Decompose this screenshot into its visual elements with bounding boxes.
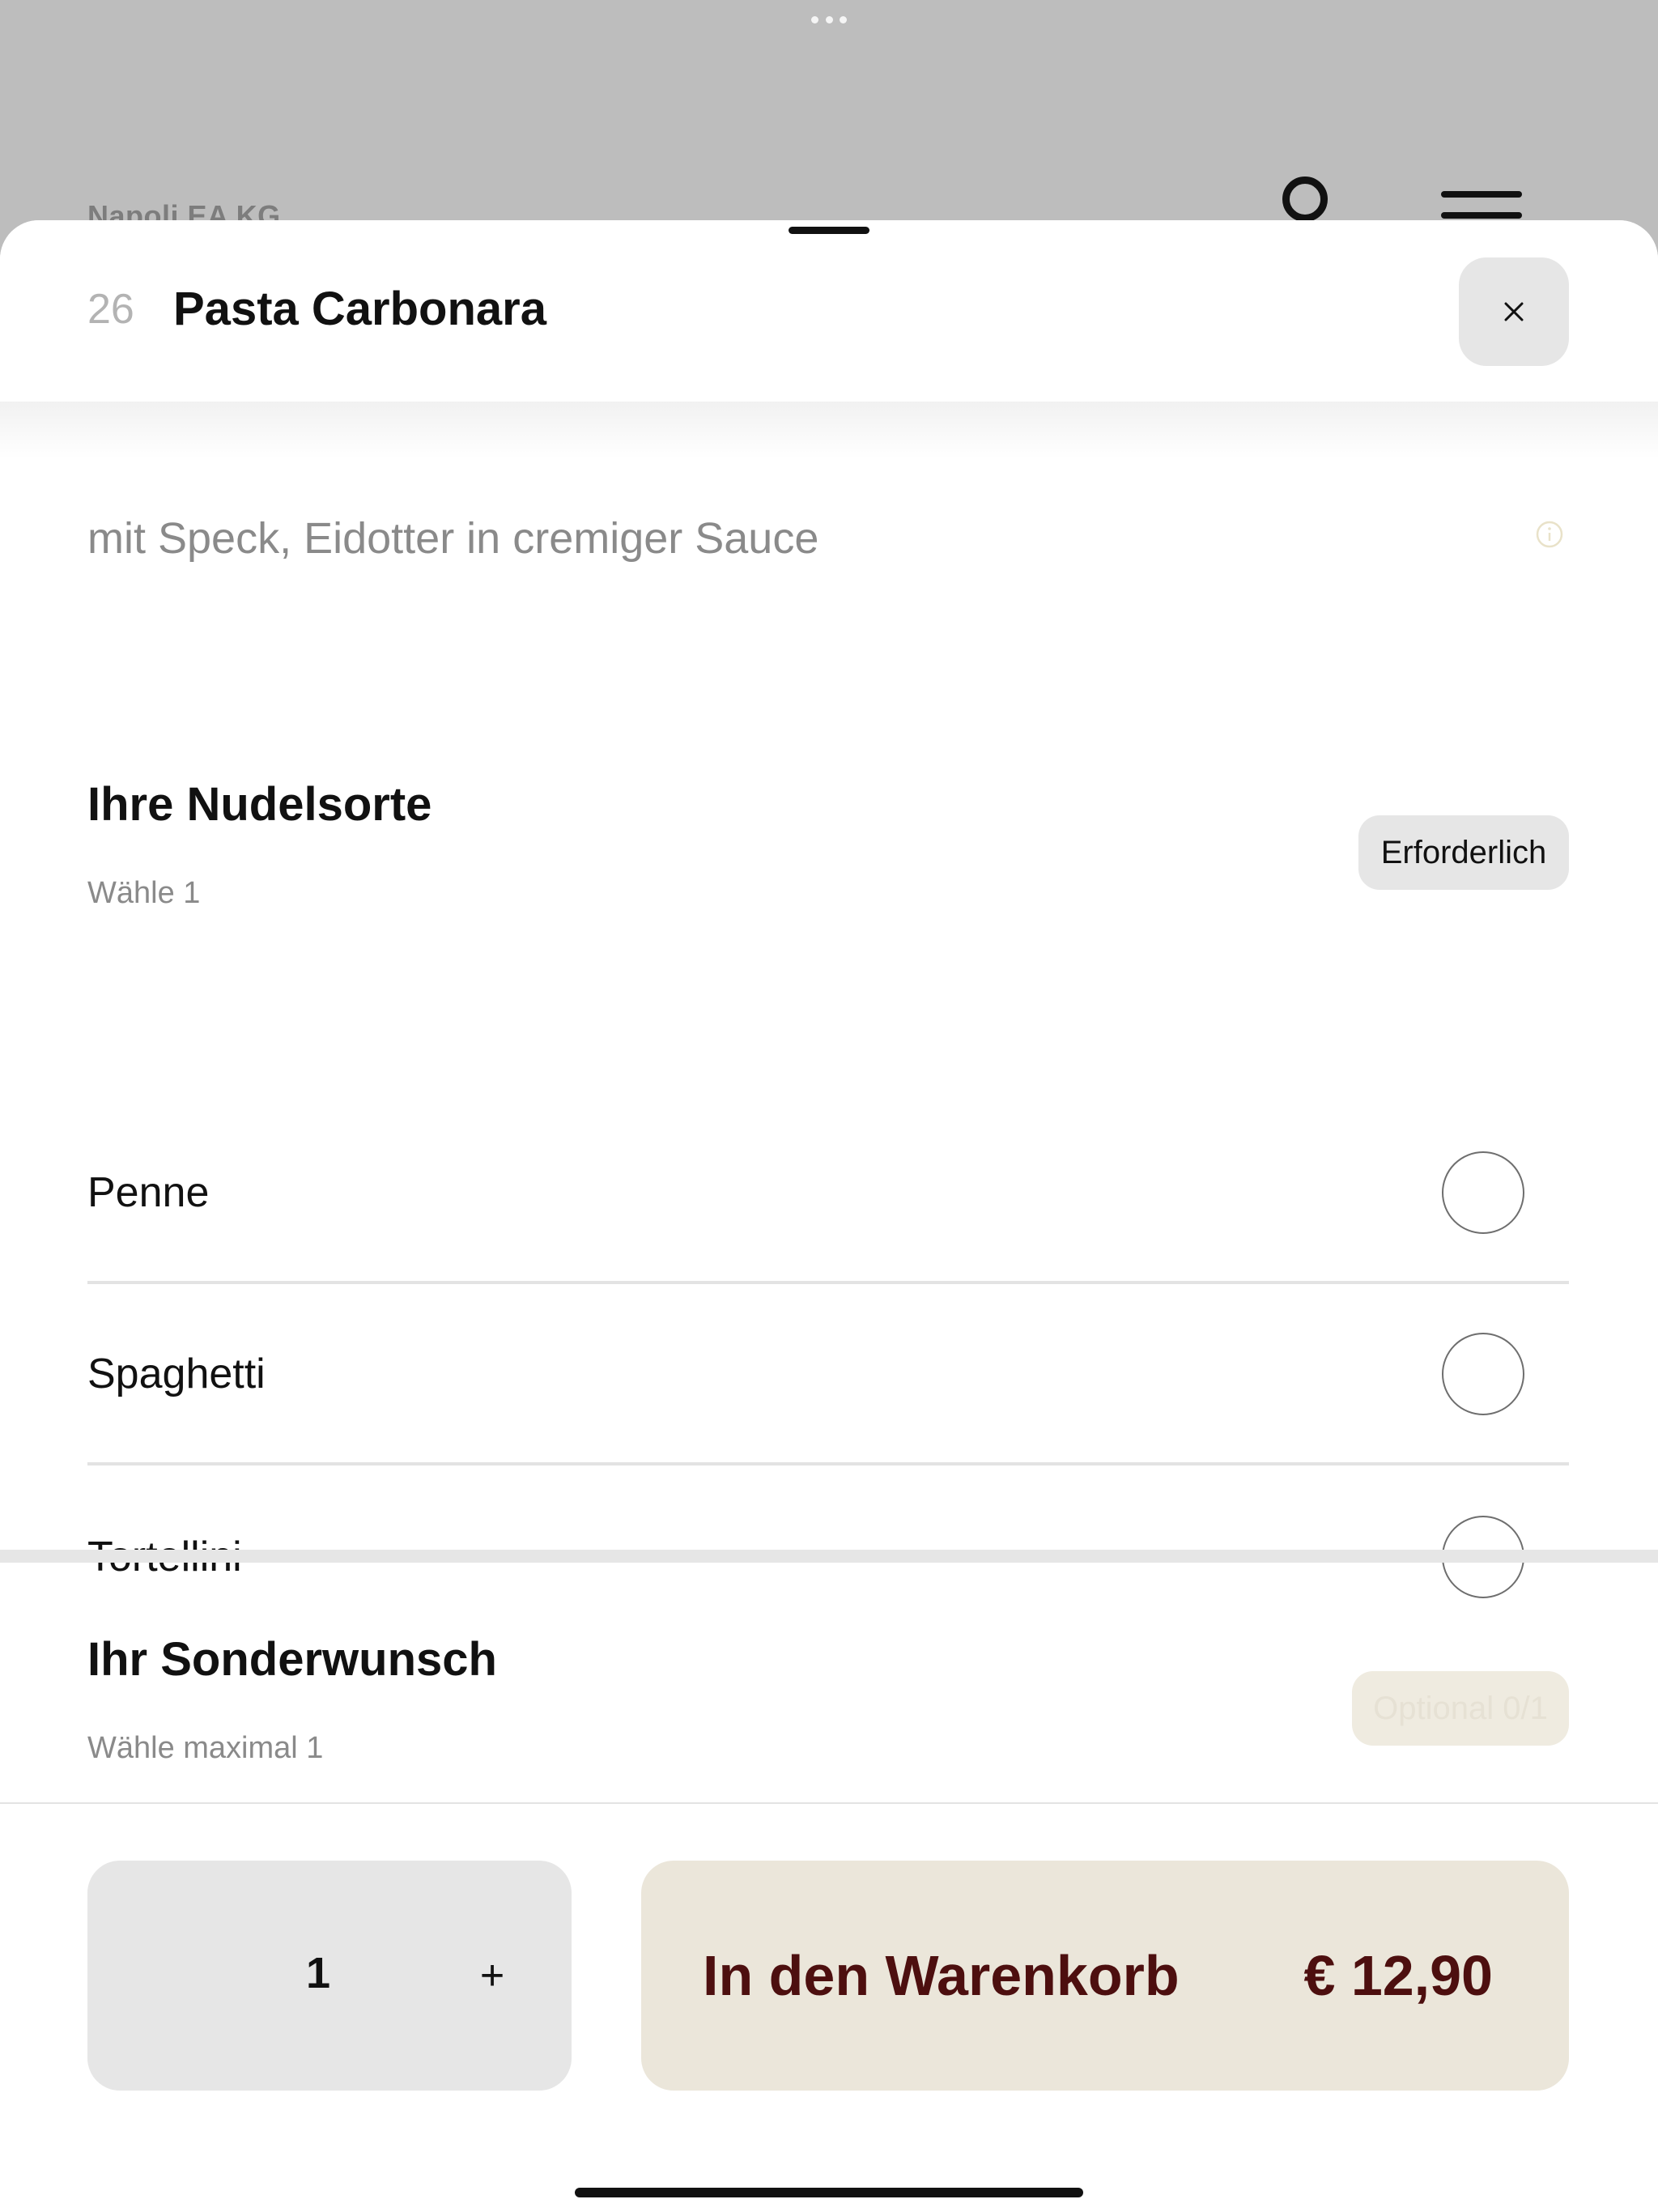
- quantity-plus-button[interactable]: +: [452, 1935, 533, 2016]
- sheet-grabber[interactable]: [789, 227, 869, 234]
- account-icon: [1282, 177, 1328, 222]
- quantity-value: 1: [306, 1949, 331, 1997]
- group-title-pasta-type: Ihre Nudelsorte: [87, 778, 432, 831]
- group-title-special-request: Ihr Sonderwunsch: [87, 1633, 497, 1686]
- multitasking-handle[interactable]: [811, 15, 847, 24]
- info-icon[interactable]: [1535, 520, 1564, 549]
- optional-badge: Optional 0/1: [1352, 1671, 1569, 1746]
- option-label: Spaghetti: [87, 1351, 266, 1397]
- radio-button[interactable]: [1442, 1151, 1524, 1234]
- header-shadow: [0, 402, 1658, 458]
- home-indicator[interactable]: [575, 2188, 1083, 2197]
- option-row-spaghetti[interactable]: Spaghetti: [87, 1286, 1569, 1465]
- radio-button[interactable]: [1442, 1333, 1524, 1415]
- item-number: 26: [87, 286, 134, 333]
- group-hint-special-request: Wähle maximal 1: [87, 1731, 324, 1765]
- option-label: Penne: [87, 1169, 210, 1216]
- option-row-penne[interactable]: Penne: [87, 1104, 1569, 1284]
- product-sheet: 26 Pasta Carbonara mit Speck, Eidotter i…: [0, 220, 1658, 2212]
- order-footer: 1 + In den Warenkorb € 12,90: [0, 1804, 1658, 2212]
- close-button[interactable]: [1459, 257, 1569, 366]
- item-title: Pasta Carbonara: [173, 283, 546, 335]
- menu-icon: [1441, 191, 1522, 223]
- required-badge: Erforderlich: [1358, 815, 1569, 890]
- quantity-stepper[interactable]: 1 +: [87, 1861, 572, 2091]
- add-to-cart-label: In den Warenkorb: [703, 1944, 1180, 2007]
- close-icon: [1504, 302, 1524, 321]
- add-to-cart-price: € 12,90: [1303, 1944, 1493, 2007]
- group-hint-pasta-type: Wähle 1: [87, 876, 201, 910]
- section-separator: [0, 1550, 1658, 1563]
- add-to-cart-button[interactable]: In den Warenkorb € 12,90: [641, 1861, 1569, 2091]
- sheet-header: 26 Pasta Carbonara: [0, 220, 1658, 402]
- item-description: mit Speck, Eidotter in cremiger Sauce: [87, 514, 819, 563]
